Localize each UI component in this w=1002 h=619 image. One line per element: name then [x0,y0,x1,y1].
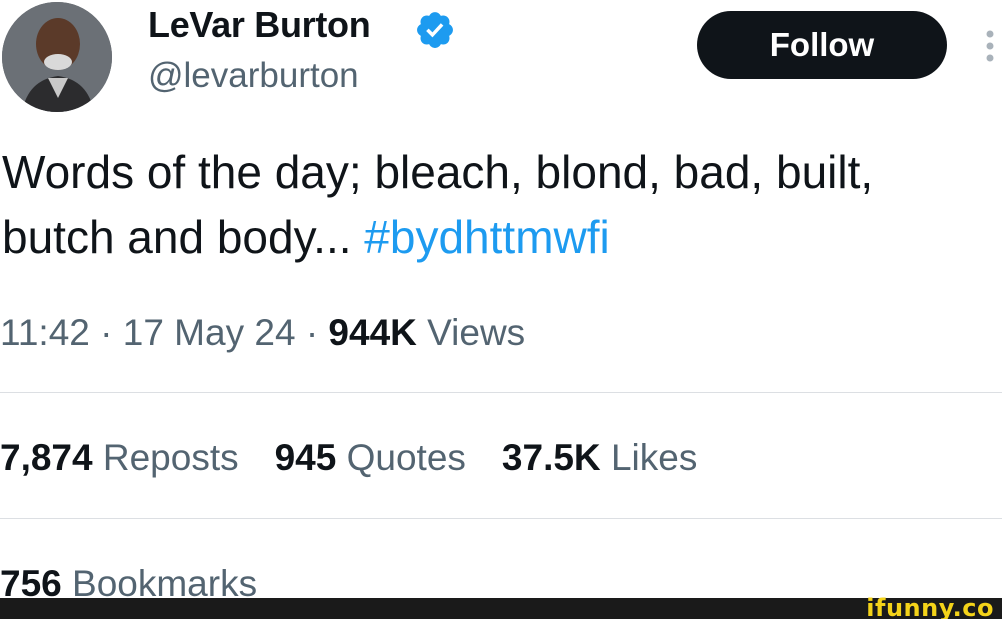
views-label: Views [427,312,526,353]
divider [0,392,1002,393]
meta-separator: · [100,312,113,353]
tweet-date[interactable]: 17 May 24 [123,312,296,353]
vertical-ellipsis-icon[interactable] [980,26,1000,66]
reposts-count: 7,874 [0,437,93,478]
likes-count: 37.5K [501,437,601,478]
likes-label: Likes [610,437,698,478]
display-name[interactable]: LeVar Burton [148,4,371,46]
quotes-stat[interactable]: 945 Quotes [275,437,466,479]
tweet-text-body: butch and body... [2,211,365,263]
avatar-portrait-image [2,2,112,112]
bookmarks-label: Bookmarks [72,563,258,599]
views-count: 944K [328,312,417,353]
tweet-metadata: 11:42 · 17 May 24 · 944K Views [0,312,525,354]
bookmarks-count: 756 [0,563,62,599]
reposts-stat[interactable]: 7,874 Reposts [0,437,239,479]
bookmarks-stat[interactable]: 756 Bookmarks [0,563,257,599]
watermark-bar: ifunny.co [0,594,1002,619]
verified-badge-icon [417,12,453,48]
hashtag-link[interactable]: #bydhttmwfi [364,211,609,263]
user-handle[interactable]: @levarburton [148,56,359,96]
tweet-text-line-1: Words of the day; bleach, blond, bad, bu… [2,146,874,198]
divider [0,518,1002,519]
avatar[interactable] [2,2,112,112]
tweet-text: Words of the day; bleach, blond, bad, bu… [2,140,1002,270]
tweet-page: LeVar Burton @levarburton Follow Words o… [0,0,1002,619]
tweet-text-line-2: butch and body... #bydhttmwfi [2,205,1002,270]
likes-stat[interactable]: 37.5K Likes [502,437,697,479]
follow-button[interactable]: Follow [697,11,947,79]
ifunny-watermark: ifunny.co [866,594,994,619]
tweet-time[interactable]: 11:42 [0,312,90,353]
reposts-label: Reposts [102,437,239,478]
meta-separator: · [305,312,319,353]
quotes-count: 945 [274,437,337,478]
quotes-label: Quotes [346,437,466,478]
engagement-stats: 7,874 Reposts 945 Quotes 37.5K Likes [0,437,697,479]
